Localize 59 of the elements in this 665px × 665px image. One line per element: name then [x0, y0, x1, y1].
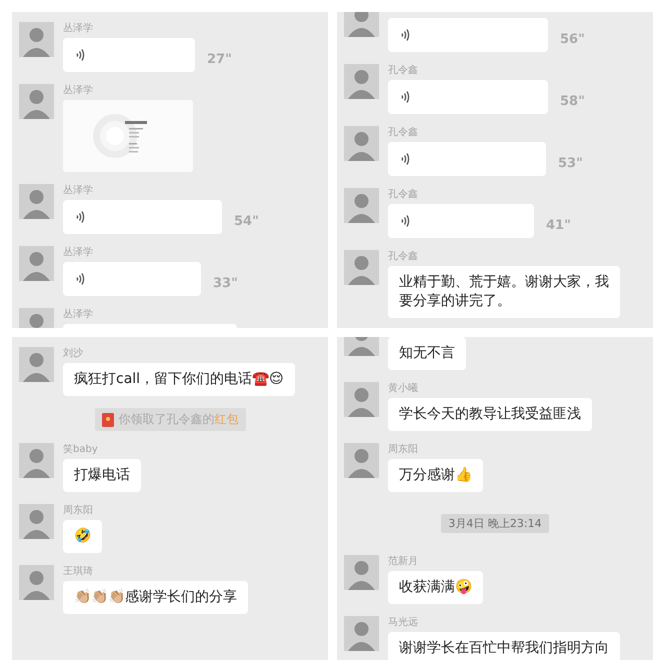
avatar-icon[interactable]: [344, 250, 379, 285]
sender-name: 孔令鑫: [388, 188, 418, 201]
avatar-icon[interactable]: [344, 382, 379, 417]
sender-name: 笑baby: [63, 443, 98, 456]
voice-wave-icon: [76, 272, 85, 286]
sender-name: 黄小曦: [388, 382, 418, 395]
avatar-icon[interactable]: [19, 184, 54, 219]
sender-name: 丛泽学: [63, 22, 93, 35]
avatar-icon[interactable]: [19, 347, 54, 382]
voice-duration: 56": [560, 32, 585, 46]
avatar-icon[interactable]: [19, 22, 54, 57]
text-message[interactable]: 业精于勤、荒于嬉。谢谢大家，我要分享的讲完了。: [388, 266, 620, 318]
text-message[interactable]: 学长今天的教导让我受益匪浅: [388, 398, 592, 431]
text-message[interactable]: 打爆电话: [63, 459, 141, 492]
sender-name: 周东阳: [388, 443, 418, 456]
voice-wave-icon: [401, 90, 410, 104]
text-message[interactable]: 疯狂打call，留下你们的电话☎😌: [63, 363, 295, 396]
avatar-icon[interactable]: [344, 188, 379, 223]
envelope-icon: [102, 412, 114, 426]
sender-name: 孔令鑫: [388, 64, 418, 77]
sender-name: 丛泽学: [63, 84, 93, 97]
sender-name: 丛泽学: [63, 308, 93, 321]
voice-duration: 54": [234, 214, 259, 228]
avatar-icon[interactable]: [19, 443, 54, 478]
text-message[interactable]: 收获满满🤪: [388, 571, 483, 604]
timestamp: 3月4日 晚上23:14: [441, 514, 549, 533]
voice-wave-icon: [401, 214, 410, 228]
text-message[interactable]: 谢谢学长在百忙中帮我们指明方向: [388, 632, 620, 660]
avatar-icon[interactable]: [19, 565, 54, 600]
voice-wave-icon: [401, 152, 410, 166]
voice-duration: 41": [546, 218, 571, 232]
voice-wave-icon: [76, 210, 85, 224]
sender-name: 孔令鑫: [388, 250, 418, 263]
text-message[interactable]: 知无不言: [388, 337, 466, 370]
avatar-icon[interactable]: [344, 443, 379, 478]
avatar-icon[interactable]: [344, 555, 379, 590]
voice-wave-icon: [76, 48, 85, 62]
sender-name: 刘沙: [63, 347, 83, 360]
voice-duration: 58": [560, 94, 585, 108]
sender-name: 王琪琦: [63, 565, 93, 578]
voice-duration: 53": [558, 156, 583, 170]
voice-duration: 33": [213, 276, 238, 290]
avatar-icon[interactable]: [19, 246, 54, 281]
avatar-icon[interactable]: [344, 64, 379, 99]
avatar-icon[interactable]: [19, 504, 54, 539]
voice-duration: 27": [207, 52, 232, 66]
sender-name: 范新月: [388, 555, 418, 568]
avatar-icon[interactable]: [344, 12, 379, 37]
sender-name: 周东阳: [63, 504, 93, 517]
avatar-icon[interactable]: [344, 616, 379, 651]
sender-name: 孔令鑫: [388, 126, 418, 139]
text-message[interactable]: 👏🏼👏🏼👏🏼感谢学长们的分享: [63, 581, 248, 614]
sender-name: 马光远: [388, 616, 418, 629]
sender-name: 丛泽学: [63, 246, 93, 259]
avatar-icon[interactable]: [344, 126, 379, 161]
sender-name: 丛泽学: [63, 184, 93, 197]
text-message[interactable]: 万分感谢👍: [388, 459, 483, 492]
voice-wave-icon: [401, 28, 410, 42]
avatar-icon[interactable]: [19, 84, 54, 119]
